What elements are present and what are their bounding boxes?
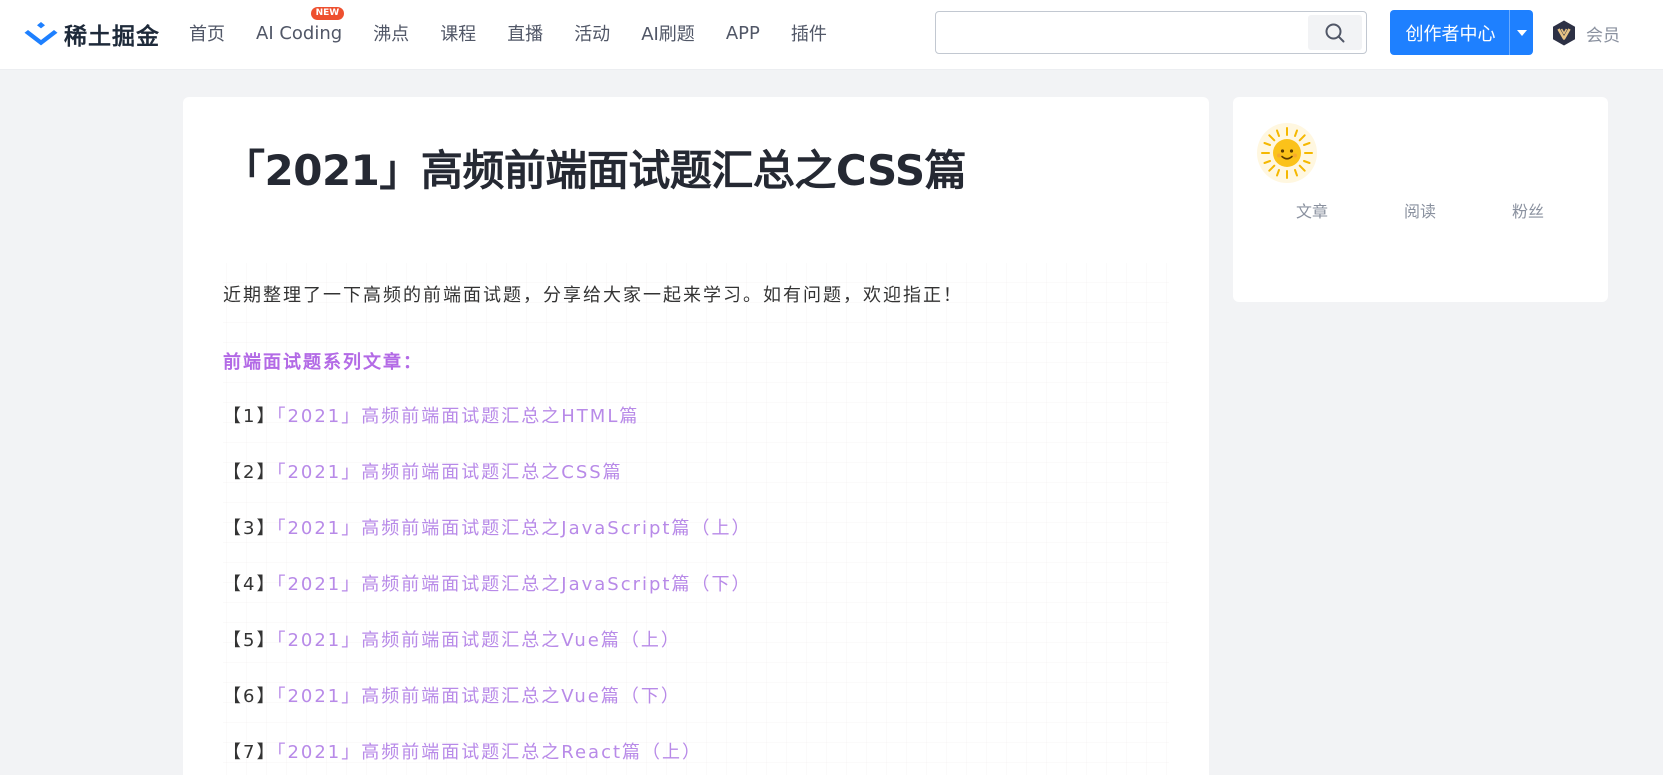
author-avatar[interactable] <box>1257 123 1317 183</box>
article-intro: 近期整理了一下高频的前端面试题，分享给大家一起来学习。如有问题，欢迎指正！ <box>223 285 963 306</box>
creator-center-button[interactable]: 创作者中心 <box>1390 10 1533 55</box>
series-link-row: 【5】「2021」高频前端面试题汇总之Vue篇（上） <box>223 626 681 652</box>
series-link-javascript-1[interactable]: 「2021」高频前端面试题汇总之JavaScript篇（上） <box>276 518 751 539</box>
search-icon <box>1325 23 1345 42</box>
top-header: 稀土掘金 首页 AI Coding NEW 沸点 课程 直播 活动 AI刷题 A… <box>0 0 1663 70</box>
vip-entry[interactable]: 会员 <box>1550 17 1620 49</box>
nav-ai-quiz[interactable]: AI刷题 <box>641 20 695 46</box>
nav-plugins[interactable]: 插件 <box>791 20 827 46</box>
stat-views[interactable]: 阅读 <box>1380 198 1460 222</box>
series-link-number: 【1】 <box>223 406 277 427</box>
series-link-react-1[interactable]: 「2021」高频前端面试题汇总之React篇（上） <box>276 742 702 763</box>
series-link-row: 【2】「2021」高频前端面试题汇总之CSS篇 <box>223 458 623 484</box>
vip-label: 会员 <box>1586 25 1620 46</box>
search-box <box>935 11 1367 54</box>
series-link-number: 【2】 <box>223 462 277 483</box>
juejin-logo-icon <box>24 22 58 46</box>
series-link-javascript-2[interactable]: 「2021」高频前端面试题汇总之JavaScript篇（下） <box>276 574 751 595</box>
series-link-number: 【6】 <box>223 686 277 707</box>
nav-pins[interactable]: 沸点 <box>373 20 409 46</box>
search-input[interactable] <box>936 12 1308 53</box>
creator-center-label: 创作者中心 <box>1405 23 1496 45</box>
nav-ai-coding-label: AI Coding <box>256 22 343 44</box>
series-link-number: 【7】 <box>223 742 277 763</box>
main-nav: 首页 AI Coding NEW 沸点 课程 直播 活动 AI刷题 APP 插件 <box>189 0 858 66</box>
juejin-logo[interactable]: 稀土掘金 <box>24 16 160 52</box>
new-badge: NEW <box>310 6 345 20</box>
series-heading: 前端面试题系列文章： <box>223 352 423 373</box>
caret-down-icon <box>1516 29 1527 36</box>
nav-ai-coding[interactable]: AI Coding NEW <box>256 6 345 44</box>
stat-followers[interactable]: 粉丝 <box>1488 198 1568 222</box>
nav-courses[interactable]: 课程 <box>440 20 476 46</box>
nav-home[interactable]: 首页 <box>189 20 225 46</box>
nav-live[interactable]: 直播 <box>507 20 543 46</box>
series-link-number: 【4】 <box>223 574 277 595</box>
series-link-css[interactable]: 「2021」高频前端面试题汇总之CSS篇 <box>276 462 622 483</box>
series-link-vue-1[interactable]: 「2021」高频前端面试题汇总之Vue篇（上） <box>276 630 680 651</box>
series-link-number: 【5】 <box>223 630 277 651</box>
series-link-vue-2[interactable]: 「2021」高频前端面试题汇总之Vue篇（下） <box>276 686 680 707</box>
series-link-row: 【3】「2021」高频前端面试题汇总之JavaScript篇（上） <box>223 514 752 540</box>
sun-avatar-icon <box>1261 127 1313 179</box>
series-link-number: 【3】 <box>223 518 277 539</box>
creator-dropdown-toggle[interactable] <box>1509 10 1533 55</box>
nav-app[interactable]: APP <box>726 23 760 44</box>
article-body: 近期整理了一下高频的前端面试题，分享给大家一起来学习。如有问题，欢迎指正！ 前端… <box>223 263 1169 775</box>
logo-text: 稀土掘金 <box>64 24 160 50</box>
series-link-row: 【6】「2021」高频前端面试题汇总之Vue篇（下） <box>223 682 681 708</box>
article-card: 「2021」高频前端面试题汇总之CSS篇 近期整理了一下高频的前端面试题，分享给… <box>183 97 1209 775</box>
series-link-row: 【1】「2021」高频前端面试题汇总之HTML篇 <box>223 402 639 428</box>
search-button[interactable] <box>1308 15 1362 50</box>
vip-badge-icon <box>1553 20 1575 46</box>
article-title: 「2021」高频前端面试题汇总之CSS篇 <box>223 146 967 195</box>
series-link-row: 【4】「2021」高频前端面试题汇总之JavaScript篇（下） <box>223 570 752 596</box>
stat-articles[interactable]: 文章 <box>1272 198 1352 222</box>
nav-events[interactable]: 活动 <box>574 20 610 46</box>
author-card: 文章 阅读 粉丝 <box>1233 97 1608 302</box>
series-link-row: 【7】「2021」高频前端面试题汇总之React篇（上） <box>223 738 702 764</box>
series-link-html[interactable]: 「2021」高频前端面试题汇总之HTML篇 <box>276 406 639 427</box>
